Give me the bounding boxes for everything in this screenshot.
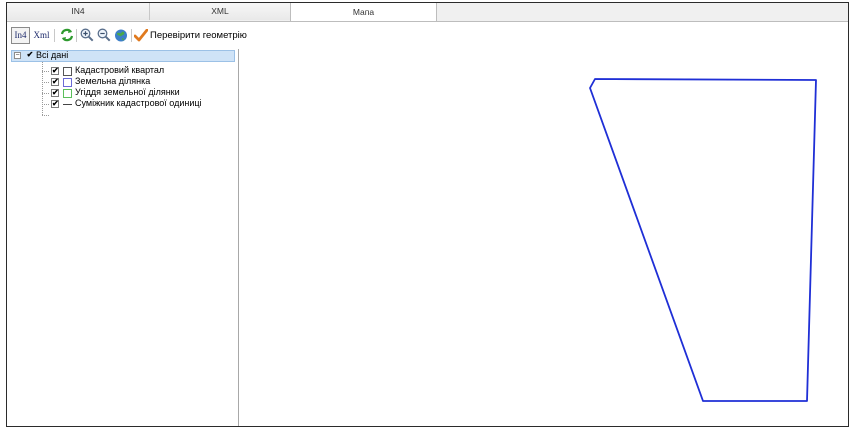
map-svg: [589, 78, 817, 402]
tree-item-label: Земельна ділянка: [75, 76, 151, 86]
toolbar-separator: [54, 29, 55, 42]
tab-bar: IN4 XML Мапа: [7, 3, 848, 22]
tree-root-row[interactable]: − ✔ Всі дані: [11, 50, 235, 62]
square-symbol-icon: [63, 89, 72, 98]
tab-in4[interactable]: IN4: [7, 3, 150, 20]
map-canvas[interactable]: [239, 49, 848, 426]
layer-tree-panel: − ✔ Всі дані ✔ Кадастровий квартал ✔ Зем…: [7, 49, 239, 426]
line-symbol-icon: [63, 104, 72, 105]
toolbar-separator: [131, 29, 132, 42]
zoom-in-icon: [80, 28, 94, 42]
tree-connector: [42, 71, 49, 72]
toolbar: In4 Xml Перевірити геометрію: [7, 22, 848, 49]
checkbox-checked-icon[interactable]: ✔: [51, 78, 59, 86]
checkbox-checked-icon[interactable]: ✔: [51, 100, 59, 108]
tree-item-label: Суміжник кадастрової одиниці: [75, 98, 202, 108]
checkmark-icon: [134, 29, 148, 42]
tree-connector: [42, 82, 49, 83]
tree-connector: [42, 62, 43, 115]
tree-connector: [42, 115, 49, 116]
refresh-button[interactable]: [59, 27, 75, 44]
checkbox-checked-icon[interactable]: ✔: [51, 67, 59, 75]
tree-root-label: Всі дані: [36, 50, 69, 60]
check-geometry-button[interactable]: Перевірити геометрію: [134, 27, 284, 44]
tree-connector: [42, 104, 49, 105]
checkbox-checked-icon[interactable]: ✔: [26, 51, 34, 60]
globe-button[interactable]: [113, 27, 129, 44]
land-parcel-polygon[interactable]: [589, 78, 817, 402]
in4-button[interactable]: In4: [11, 27, 30, 44]
tab-map[interactable]: Мапа: [290, 3, 437, 21]
checkbox-checked-icon[interactable]: ✔: [51, 89, 59, 97]
check-geometry-label: Перевірити геометрію: [150, 30, 247, 41]
toolbar-separator: [76, 29, 77, 42]
tree-connector: [42, 93, 49, 94]
collapse-icon[interactable]: −: [14, 52, 21, 59]
globe-icon: [115, 29, 127, 42]
square-symbol-icon: [63, 78, 72, 87]
refresh-icon: [60, 28, 74, 42]
tab-xml[interactable]: XML: [150, 3, 291, 20]
zoom-out-button[interactable]: [96, 27, 112, 44]
square-symbol-icon: [63, 67, 72, 76]
xml-button[interactable]: Xml: [32, 27, 51, 44]
app-window: IN4 XML Мапа In4 Xml Перевірити геометрі…: [6, 2, 849, 427]
zoom-in-button[interactable]: [79, 27, 95, 44]
tree-item-label: Угіддя земельної ділянки: [75, 87, 180, 97]
tree-item-label: Кадастровий квартал: [75, 65, 165, 75]
zoom-out-icon: [97, 28, 111, 42]
